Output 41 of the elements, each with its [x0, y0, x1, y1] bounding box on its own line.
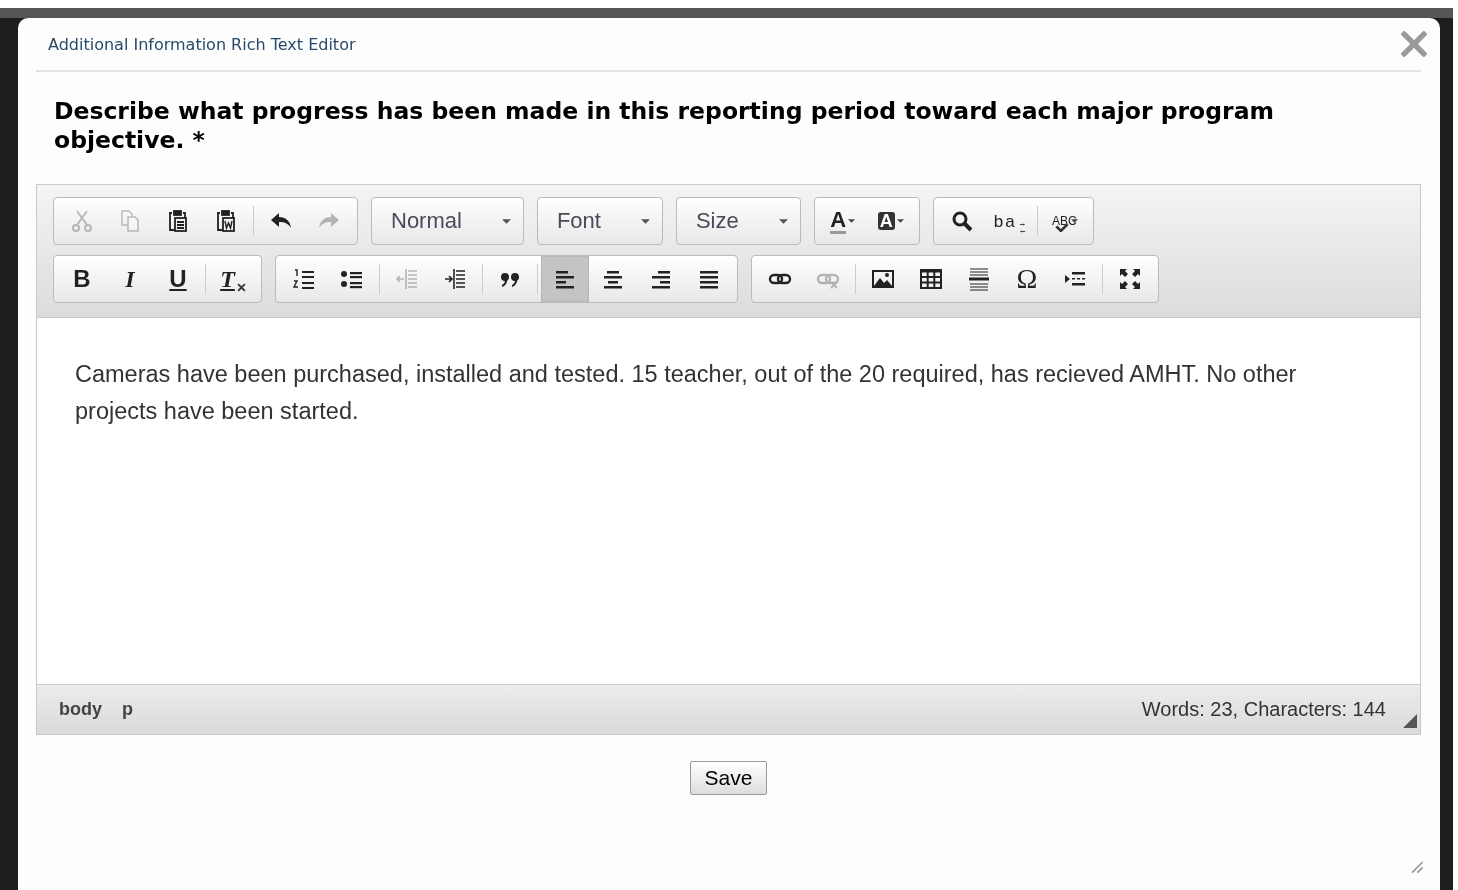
caret-icon — [778, 218, 788, 224]
omega-button[interactable]: Ω — [1003, 256, 1051, 302]
copy-icon — [118, 209, 142, 233]
caret-icon — [896, 219, 904, 223]
numbered-list-icon — [292, 267, 316, 291]
underline-button[interactable]: U — [154, 256, 202, 302]
background-color-button[interactable]: A — [866, 198, 915, 244]
outdent-icon — [395, 267, 419, 291]
dropdown[interactable]: Size — [675, 197, 801, 245]
element-path-link[interactable]: body — [59, 699, 102, 720]
caret-icon — [848, 219, 856, 223]
cross-icon — [236, 283, 246, 292]
save-button[interactable]: Save — [689, 761, 768, 795]
scissors-icon — [70, 209, 94, 233]
image-icon — [871, 267, 895, 291]
toolbar-button[interactable] — [541, 256, 589, 302]
horizontal-line-icon — [967, 267, 991, 291]
caret-icon — [501, 218, 511, 224]
text-color-button[interactable]: A — [818, 198, 867, 244]
bold-button[interactable]: B — [58, 256, 106, 302]
clipboard-icon — [166, 209, 190, 233]
close-icon[interactable] — [1401, 31, 1427, 57]
question-label: Describe what progress has been made in this reporting period toward each major program objective. * — [53, 96, 1275, 155]
replace-button[interactable]: ba — [985, 198, 1034, 244]
dialog-title: Additional Information Rich Text Editor — [48, 34, 356, 54]
resize-handle-icon[interactable] — [1403, 714, 1417, 728]
caret-icon — [1070, 219, 1078, 223]
table-icon — [919, 267, 943, 291]
remove-format-button[interactable]: T — [209, 256, 257, 302]
swap-arrows-icon — [1018, 222, 1026, 234]
italic-button[interactable]: I — [106, 256, 154, 302]
editor-text[interactable]: Cameras have been purchased, installed and tested. 15 teacher, out of the 20 required, has recieved AMHT. No other projects have been started. — [75, 356, 1350, 430]
maximize-icon — [1118, 267, 1142, 291]
dropdown[interactable]: Font — [536, 197, 663, 245]
spellcheck-button[interactable]: ABC — [1040, 198, 1089, 244]
paste-word-icon — [214, 209, 238, 233]
indent-icon — [443, 267, 467, 291]
dropdown[interactable]: Normal — [371, 197, 524, 245]
caret-icon — [640, 218, 650, 224]
element-path-link[interactable]: p — [122, 699, 133, 720]
word-count: Words: 23, Characters: 144 — [1141, 698, 1386, 721]
